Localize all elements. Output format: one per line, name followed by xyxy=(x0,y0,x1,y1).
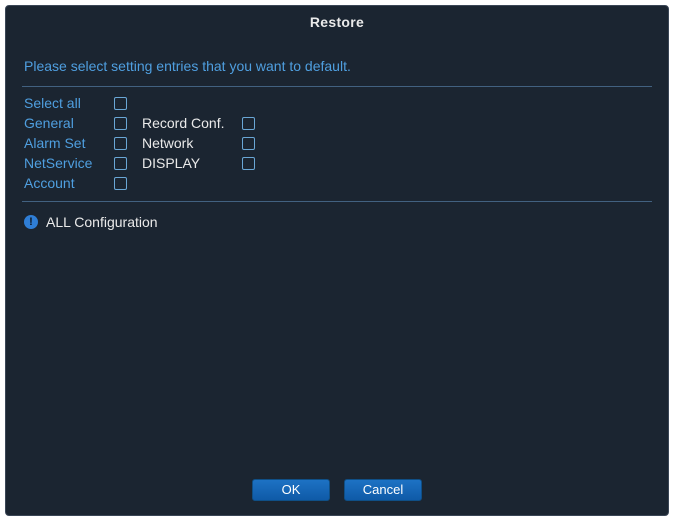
checkbox-network[interactable] xyxy=(242,137,255,150)
info-row: ALL Configuration xyxy=(22,208,652,230)
checkbox-general[interactable] xyxy=(114,117,127,130)
checkbox-account[interactable] xyxy=(114,177,127,190)
checkbox-alarm-set[interactable] xyxy=(114,137,127,150)
info-icon xyxy=(24,215,38,229)
info-text: ALL Configuration xyxy=(46,214,158,230)
checkbox-netservice[interactable] xyxy=(114,157,127,170)
label-general: General xyxy=(24,113,114,133)
ok-button[interactable]: OK xyxy=(252,479,330,501)
cancel-button[interactable]: Cancel xyxy=(344,479,422,501)
label-alarm-set: Alarm Set xyxy=(24,133,114,153)
label-network: Network xyxy=(142,133,242,153)
dialog-footer: OK Cancel xyxy=(6,479,668,501)
checkbox-record-conf[interactable] xyxy=(242,117,255,130)
divider xyxy=(22,201,652,202)
divider xyxy=(22,86,652,87)
checkbox-display[interactable] xyxy=(242,157,255,170)
label-account: Account xyxy=(24,173,114,193)
dialog-content: Please select setting entries that you w… xyxy=(6,38,668,230)
label-netservice: NetService xyxy=(24,153,114,173)
label-record-conf: Record Conf. xyxy=(142,113,242,133)
options-grid: Select all General Record Conf. Alarm Se… xyxy=(22,93,652,193)
label-select-all: Select all xyxy=(24,93,114,113)
dialog-title: Restore xyxy=(6,6,668,38)
label-display: DISPLAY xyxy=(142,153,242,173)
instruction-text: Please select setting entries that you w… xyxy=(22,46,652,84)
restore-dialog: Restore Please select setting entries th… xyxy=(5,5,669,516)
checkbox-select-all[interactable] xyxy=(114,97,127,110)
